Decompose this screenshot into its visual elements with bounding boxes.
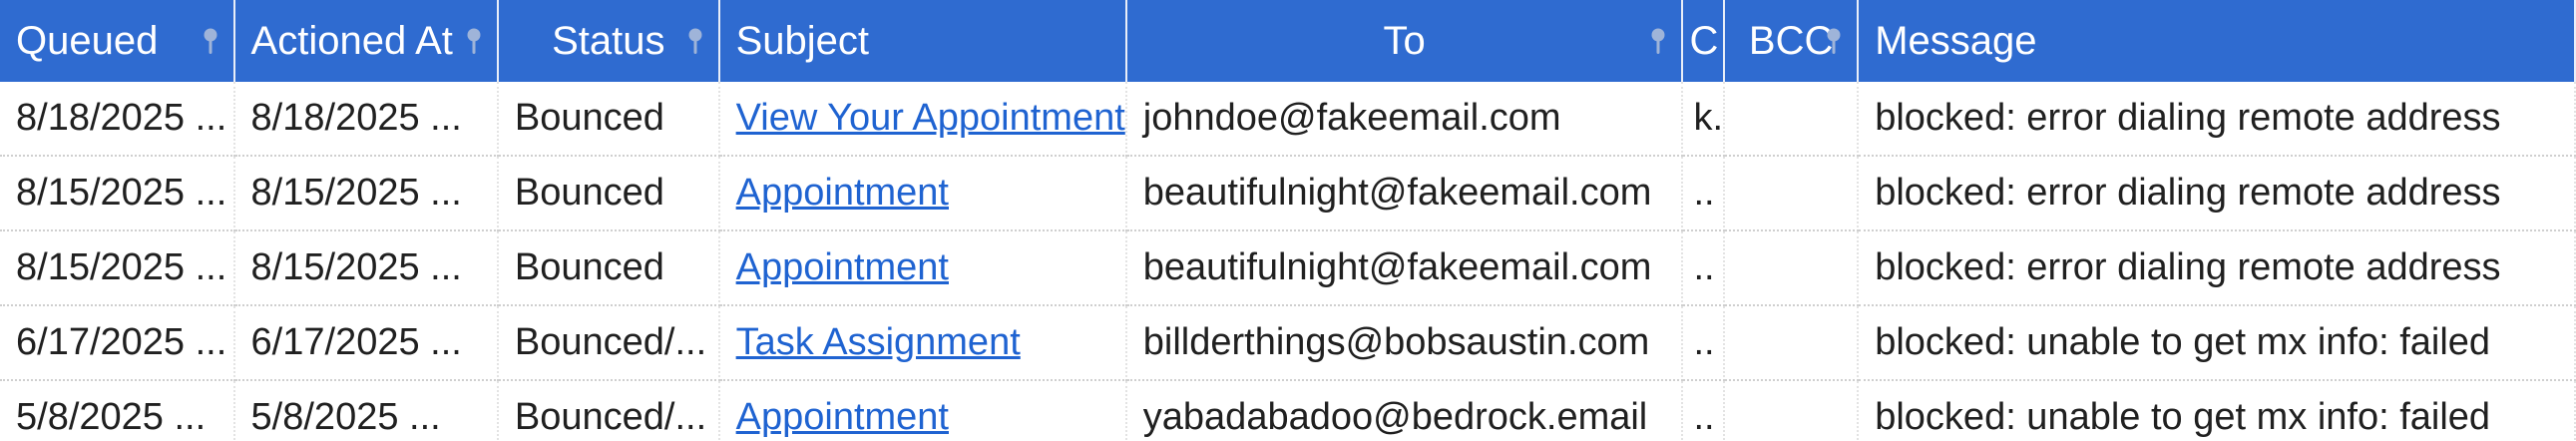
subject-link[interactable]: Appointment xyxy=(736,172,949,214)
cc-cell: k. xyxy=(1682,82,1726,157)
status-cell: Bounced/... xyxy=(497,380,720,441)
email-log-table: Queued Actioned At Status Subject To C B… xyxy=(0,0,2576,441)
filter-icon[interactable] xyxy=(463,27,485,57)
cc-cell: .. xyxy=(1682,305,1726,381)
queued-cell: 8/15/2025 ... xyxy=(0,230,235,306)
status-cell: Bounced xyxy=(497,156,720,231)
cc-cell: .. xyxy=(1682,230,1726,306)
queued-cell: 8/15/2025 ... xyxy=(0,156,235,231)
column-label-actioned-at: Actioned At xyxy=(250,18,453,63)
table-row[interactable]: 8/18/2025 ... 8/18/2025 ... Bounced View… xyxy=(0,82,2576,157)
column-header-actioned-at[interactable]: Actioned At xyxy=(233,0,499,82)
bcc-cell xyxy=(1724,230,1860,306)
filter-icon[interactable] xyxy=(684,27,706,57)
to-cell: johndoe@fakeemail.com xyxy=(1125,82,1684,157)
message-cell: blocked: error dialing remote address xyxy=(1858,156,2576,231)
message-cell: blocked: unable to get mx info: failed xyxy=(1858,380,2576,441)
actioned-at-cell: 5/8/2025 ... xyxy=(233,380,499,441)
to-cell: yabadabadoo@bedrock.email xyxy=(1125,380,1684,441)
column-label-message: Message xyxy=(1875,18,2037,63)
queued-cell: 8/18/2025 ... xyxy=(0,82,235,157)
subject-cell: Appointment xyxy=(718,380,1127,441)
status-cell: Bounced/... xyxy=(497,305,720,381)
bcc-cell xyxy=(1724,380,1860,441)
subject-cell: Task Assignment xyxy=(718,305,1127,381)
table-row[interactable]: 5/8/2025 ... 5/8/2025 ... Bounced/... Ap… xyxy=(0,380,2576,441)
to-cell: beautifulnight@fakeemail.com xyxy=(1125,156,1684,231)
column-header-subject[interactable]: Subject xyxy=(718,0,1127,82)
status-cell: Bounced xyxy=(497,230,720,306)
column-header-queued[interactable]: Queued xyxy=(0,0,235,82)
actioned-at-cell: 6/17/2025 ... xyxy=(233,305,499,381)
subject-link[interactable]: Appointment xyxy=(736,246,949,288)
column-label-cc: C xyxy=(1689,18,1719,63)
filter-icon[interactable] xyxy=(1823,27,1845,57)
to-cell: billderthings@bobsaustin.com xyxy=(1125,305,1684,381)
filter-icon[interactable] xyxy=(1647,27,1669,57)
table-body: 8/18/2025 ... 8/18/2025 ... Bounced View… xyxy=(0,82,2576,441)
column-header-message[interactable]: Message xyxy=(1858,0,2576,82)
to-cell: beautifulnight@fakeemail.com xyxy=(1125,230,1684,306)
column-label-to: To xyxy=(1383,18,1426,63)
actioned-at-cell: 8/15/2025 ... xyxy=(233,156,499,231)
queued-cell: 6/17/2025 ... xyxy=(0,305,235,381)
subject-cell: Appointment xyxy=(718,230,1127,306)
column-header-bcc[interactable]: BCC xyxy=(1724,0,1860,82)
table-row[interactable]: 6/17/2025 ... 6/17/2025 ... Bounced/... … xyxy=(0,305,2576,381)
bcc-cell xyxy=(1724,305,1860,381)
filter-icon[interactable] xyxy=(200,27,221,57)
message-cell: blocked: error dialing remote address xyxy=(1858,230,2576,306)
cc-cell: .. xyxy=(1682,156,1726,231)
cc-cell: .. xyxy=(1682,380,1726,441)
header-row: Queued Actioned At Status Subject To C B… xyxy=(0,0,2576,82)
column-label-subject: Subject xyxy=(735,18,870,63)
email-log-grid: Queued Actioned At Status Subject To C B… xyxy=(0,0,2576,441)
subject-cell: View Your Appointment xyxy=(718,82,1127,157)
column-header-to[interactable]: To xyxy=(1125,0,1684,82)
table-header: Queued Actioned At Status Subject To C B… xyxy=(0,0,2576,82)
column-label-queued: Queued xyxy=(16,18,159,63)
table-row[interactable]: 8/15/2025 ... 8/15/2025 ... Bounced Appo… xyxy=(0,156,2576,231)
queued-cell: 5/8/2025 ... xyxy=(0,380,235,441)
status-cell: Bounced xyxy=(497,82,720,157)
bcc-cell xyxy=(1724,156,1860,231)
actioned-at-cell: 8/18/2025 ... xyxy=(233,82,499,157)
subject-cell: Appointment xyxy=(718,156,1127,231)
column-header-cc[interactable]: C xyxy=(1682,0,1726,82)
table-row[interactable]: 8/15/2025 ... 8/15/2025 ... Bounced Appo… xyxy=(0,230,2576,306)
column-header-status[interactable]: Status xyxy=(497,0,720,82)
subject-link[interactable]: Appointment xyxy=(736,396,949,438)
actioned-at-cell: 8/15/2025 ... xyxy=(233,230,499,306)
subject-link[interactable]: View Your Appointment xyxy=(736,97,1124,139)
subject-link[interactable]: Task Assignment xyxy=(736,321,1021,363)
bcc-cell xyxy=(1724,82,1860,157)
message-cell: blocked: unable to get mx info: failed xyxy=(1858,305,2576,381)
message-cell: blocked: error dialing remote address xyxy=(1858,82,2576,157)
